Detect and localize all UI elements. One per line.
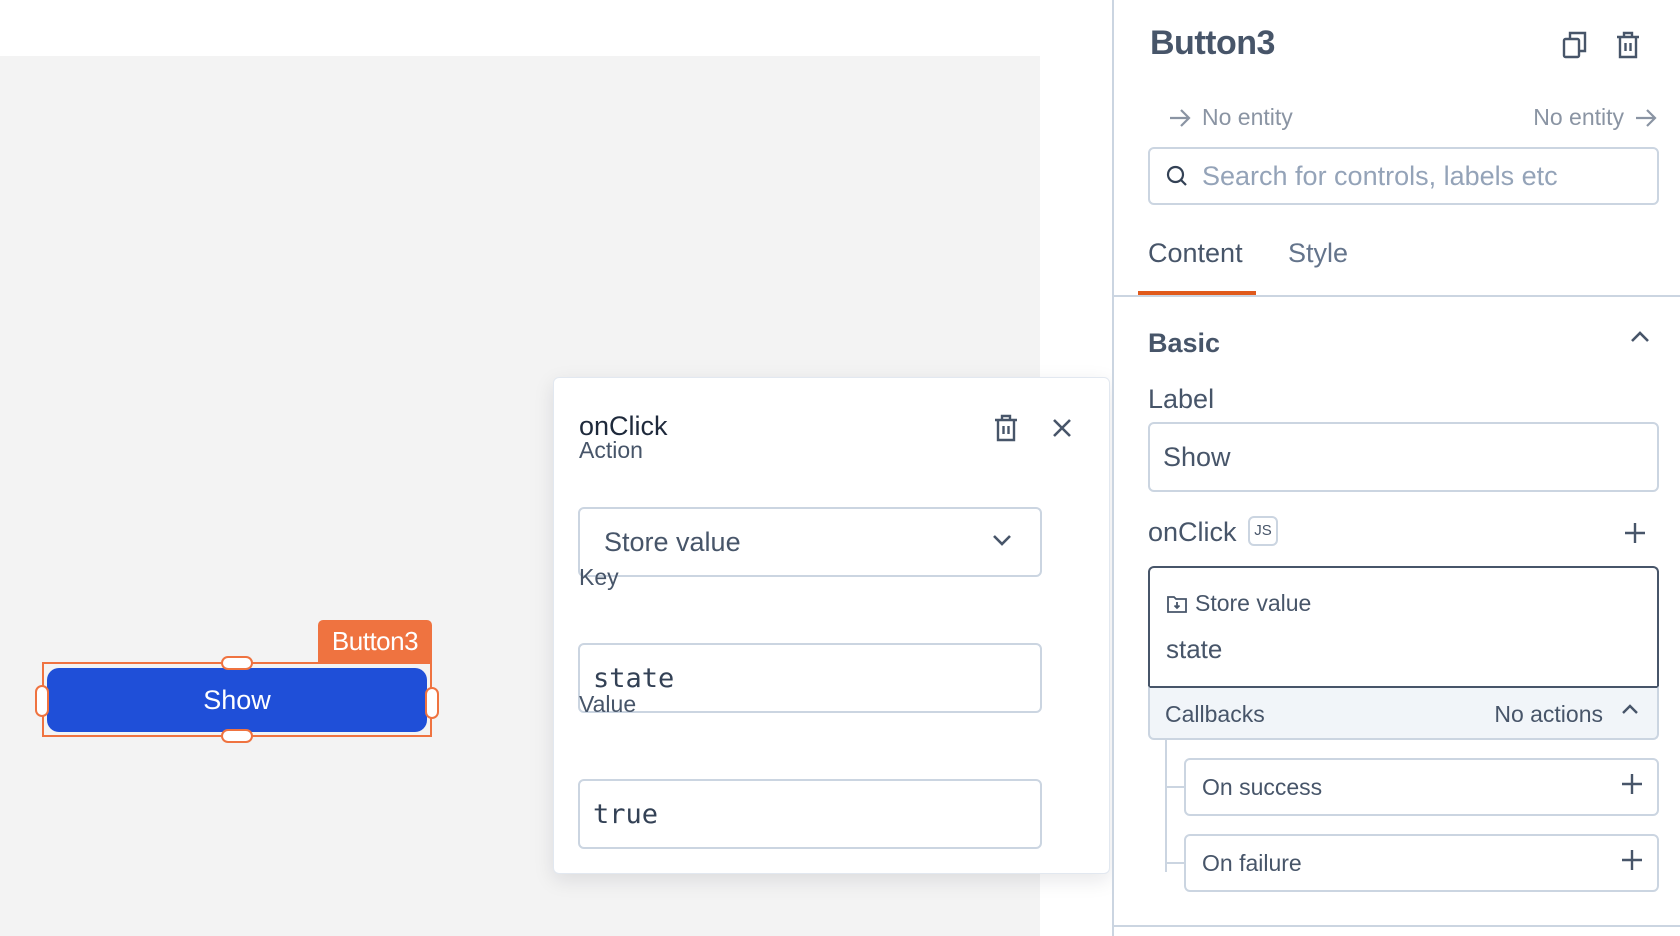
resize-handle-top[interactable] bbox=[221, 656, 253, 670]
arrow-right-icon bbox=[1168, 108, 1192, 128]
add-action-button[interactable] bbox=[1620, 518, 1650, 548]
section-basic-title[interactable]: Basic bbox=[1148, 328, 1220, 359]
plus-icon[interactable] bbox=[1621, 849, 1643, 871]
incoming-entity-text: No entity bbox=[1202, 104, 1293, 131]
callbacks-tree-branch bbox=[1165, 786, 1185, 788]
chevron-up-icon bbox=[1621, 703, 1639, 716]
onclick-field-label: onClick bbox=[1148, 517, 1237, 548]
chevron-down-icon bbox=[992, 533, 1012, 547]
key-label: Key bbox=[579, 564, 619, 591]
plus-icon bbox=[1624, 522, 1646, 544]
close-icon bbox=[1052, 418, 1072, 438]
onclick-action-popover: onClick Action Store value Key state Val… bbox=[553, 377, 1110, 874]
callbacks-tree-line bbox=[1165, 740, 1167, 872]
property-search[interactable] bbox=[1148, 147, 1659, 205]
folder-download-icon bbox=[1167, 595, 1187, 613]
resize-handle-bottom[interactable] bbox=[221, 729, 253, 743]
copy-icon bbox=[1562, 31, 1588, 59]
action-label: Action bbox=[579, 437, 643, 464]
outgoing-entity-link[interactable]: No entity bbox=[1533, 104, 1658, 131]
tabs-divider bbox=[1114, 295, 1680, 297]
on-failure-label: On failure bbox=[1202, 850, 1302, 877]
widget-name-tag[interactable]: Button3 bbox=[318, 620, 432, 662]
delete-widget-button[interactable] bbox=[1611, 28, 1645, 62]
incoming-entity-link[interactable]: No entity bbox=[1168, 104, 1293, 131]
on-failure-callback[interactable]: On failure bbox=[1184, 834, 1659, 892]
chevron-up-icon bbox=[1630, 330, 1650, 344]
arrow-right-icon bbox=[1634, 108, 1658, 128]
callbacks-label: Callbacks bbox=[1165, 701, 1265, 728]
section-collapse-button[interactable] bbox=[1630, 330, 1650, 349]
property-pane: Button3 No entity No entity Content Styl… bbox=[1112, 0, 1680, 936]
popover-delete-button[interactable] bbox=[989, 411, 1023, 445]
copy-widget-button[interactable] bbox=[1558, 28, 1592, 62]
plus-icon[interactable] bbox=[1621, 773, 1643, 795]
value-label: Value bbox=[579, 691, 636, 718]
on-success-label: On success bbox=[1202, 774, 1322, 801]
label-field-label: Label bbox=[1148, 384, 1214, 415]
canvas-button-widget[interactable]: Show bbox=[47, 668, 427, 732]
action-card-key: state bbox=[1166, 634, 1222, 665]
value-input[interactable]: true bbox=[578, 779, 1042, 849]
action-card-type-text: Store value bbox=[1195, 590, 1311, 617]
widget-title[interactable]: Button3 bbox=[1150, 24, 1275, 63]
resize-handle-right[interactable] bbox=[425, 687, 439, 719]
search-icon bbox=[1166, 165, 1188, 187]
trash-icon bbox=[1615, 31, 1641, 59]
callbacks-toggle[interactable]: Callbacks No actions bbox=[1148, 686, 1659, 740]
trash-icon bbox=[993, 414, 1019, 442]
resize-handle-left[interactable] bbox=[35, 685, 49, 717]
action-card-store-value[interactable]: Store value state bbox=[1148, 566, 1659, 687]
property-search-input[interactable] bbox=[1202, 161, 1642, 192]
section-divider bbox=[1114, 925, 1680, 927]
callbacks-status: No actions bbox=[1494, 701, 1603, 728]
js-toggle-badge[interactable]: JS bbox=[1248, 516, 1278, 546]
action-select[interactable]: Store value bbox=[578, 507, 1042, 577]
outgoing-entity-text: No entity bbox=[1533, 104, 1624, 131]
action-select-value: Store value bbox=[604, 527, 741, 558]
action-card-type: Store value bbox=[1167, 590, 1311, 617]
on-success-callback[interactable]: On success bbox=[1184, 758, 1659, 816]
popover-close-button[interactable] bbox=[1045, 411, 1079, 445]
key-input[interactable]: state bbox=[578, 643, 1042, 713]
tab-content[interactable]: Content bbox=[1148, 238, 1243, 269]
label-input[interactable]: Show bbox=[1148, 422, 1659, 492]
tab-style[interactable]: Style bbox=[1288, 238, 1348, 269]
callbacks-tree-branch bbox=[1165, 862, 1185, 864]
